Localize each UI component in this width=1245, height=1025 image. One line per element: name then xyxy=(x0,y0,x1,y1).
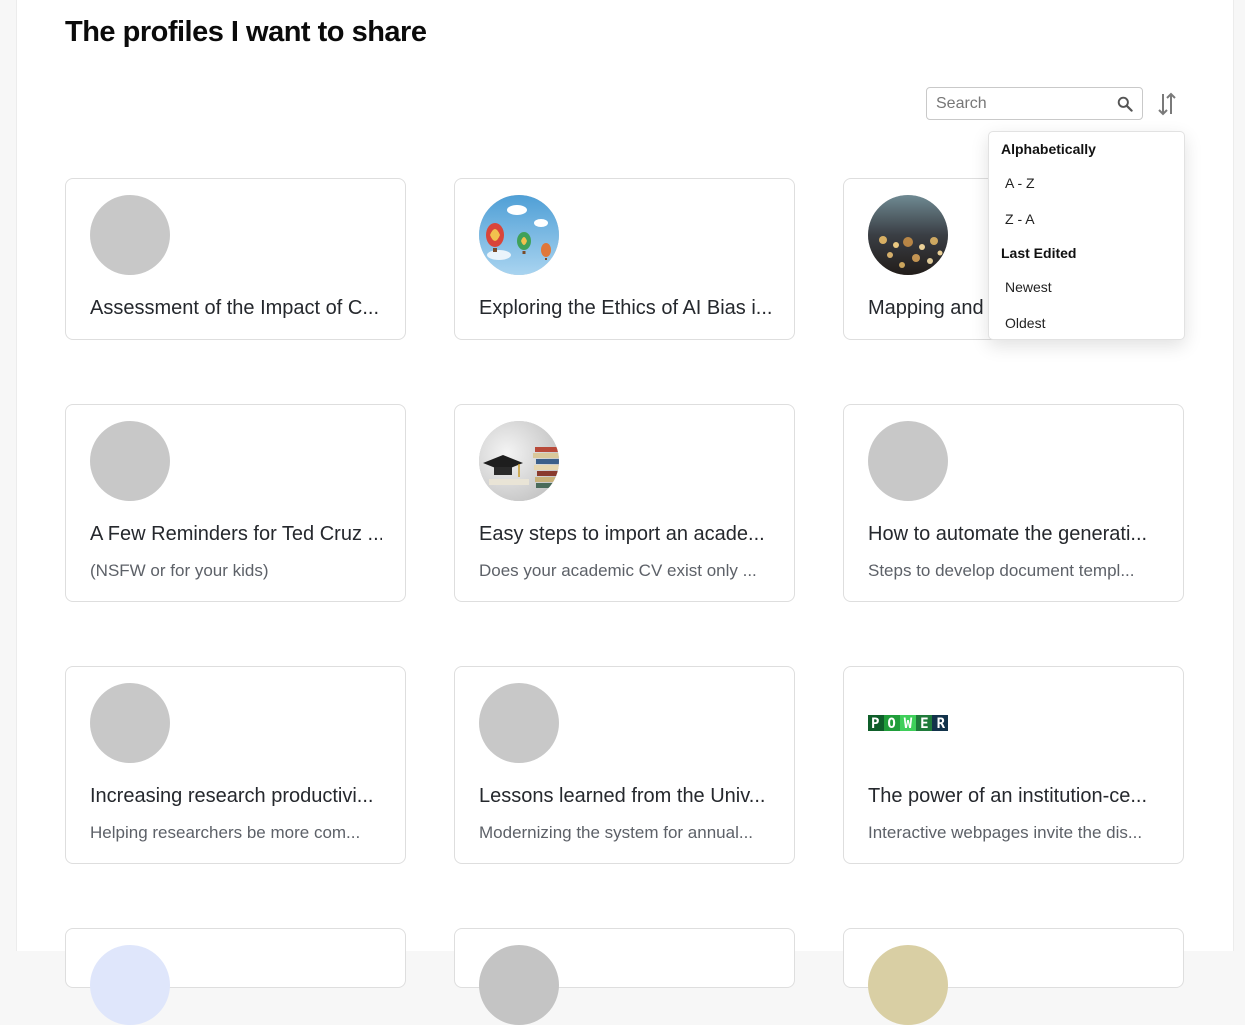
sort-option-newest[interactable]: Newest xyxy=(1005,279,1052,295)
profile-image-partial xyxy=(90,945,170,1025)
profile-card[interactable]: Assessment of the Impact of C... xyxy=(65,178,406,340)
profile-card-title: Easy steps to import an acade... xyxy=(479,523,765,545)
profile-card[interactable]: A Few Reminders for Ted Cruz ... (NSFW o… xyxy=(65,404,406,602)
profile-card[interactable]: Lessons learned from the Univ... Moderni… xyxy=(454,666,795,864)
graduation-cap-books-image xyxy=(479,421,559,501)
profile-card-title: The power of an institution-ce... xyxy=(868,785,1148,807)
profile-card-subtitle: Steps to develop document templ... xyxy=(868,561,1135,580)
profile-card-title: Increasing research productivi... xyxy=(90,785,374,807)
sort-group-last-edited: Last Edited xyxy=(1001,245,1077,261)
search-input[interactable] xyxy=(927,88,1116,119)
profile-image-partial xyxy=(479,945,559,1025)
profile-image-placeholder xyxy=(868,421,948,501)
page-container: The profiles I want to share Alphabetica… xyxy=(16,0,1234,1025)
profile-card-subtitle: Helping researchers be more com... xyxy=(90,823,361,842)
profile-card-title: A Few Reminders for Ted Cruz ... xyxy=(90,523,382,545)
sort-group-alphabetically: Alphabetically xyxy=(1001,141,1096,157)
profile-card-title: Assessment of the Impact of C... xyxy=(90,297,380,319)
search-box[interactable] xyxy=(926,87,1143,120)
profile-image-placeholder xyxy=(90,195,170,275)
sort-dropdown-menu: Alphabetically A - Z Z - A Last Edited N… xyxy=(988,131,1185,340)
profile-card-subtitle: Interactive webpages invite the dis... xyxy=(868,823,1143,842)
profile-card[interactable] xyxy=(454,928,795,1025)
profile-card-title: Exploring the Ethics of AI Bias i... xyxy=(479,297,771,319)
hot-air-balloons-image xyxy=(479,195,559,275)
profile-card[interactable]: POWER The power of an institution-ce... … xyxy=(843,666,1184,864)
profile-image-placeholder xyxy=(90,421,170,501)
profile-card-subtitle: (NSFW or for your kids) xyxy=(90,561,269,580)
sort-icon[interactable] xyxy=(1156,91,1178,117)
sort-option-oldest[interactable]: Oldest xyxy=(1005,315,1045,331)
sort-option-a-z[interactable]: A - Z xyxy=(1005,175,1035,191)
profile-card[interactable] xyxy=(65,928,406,1025)
power-logo-image: POWER xyxy=(868,683,948,763)
profile-card[interactable]: Increasing research productivi... Helpin… xyxy=(65,666,406,864)
profile-image-placeholder xyxy=(479,683,559,763)
city-lights-image xyxy=(868,195,948,275)
profile-card[interactable]: Easy steps to import an acade... Does yo… xyxy=(454,404,795,602)
profile-card-subtitle: Modernizing the system for annual... xyxy=(479,823,754,842)
page-title: The profiles I want to share xyxy=(65,16,427,48)
profile-image-partial xyxy=(868,945,948,1025)
profile-card-title: Lessons learned from the Univ... xyxy=(479,785,766,807)
profile-card[interactable]: Exploring the Ethics of AI Bias i... xyxy=(454,178,795,340)
search-icon[interactable] xyxy=(1117,96,1133,112)
profile-card[interactable]: How to automate the generati... Steps to… xyxy=(843,404,1184,602)
profile-card-subtitle: Does your academic CV exist only ... xyxy=(479,561,757,580)
profile-card-title: How to automate the generati... xyxy=(868,523,1148,545)
profile-card[interactable] xyxy=(843,928,1184,1025)
profile-image-placeholder xyxy=(90,683,170,763)
sort-option-z-a[interactable]: Z - A xyxy=(1005,211,1035,227)
